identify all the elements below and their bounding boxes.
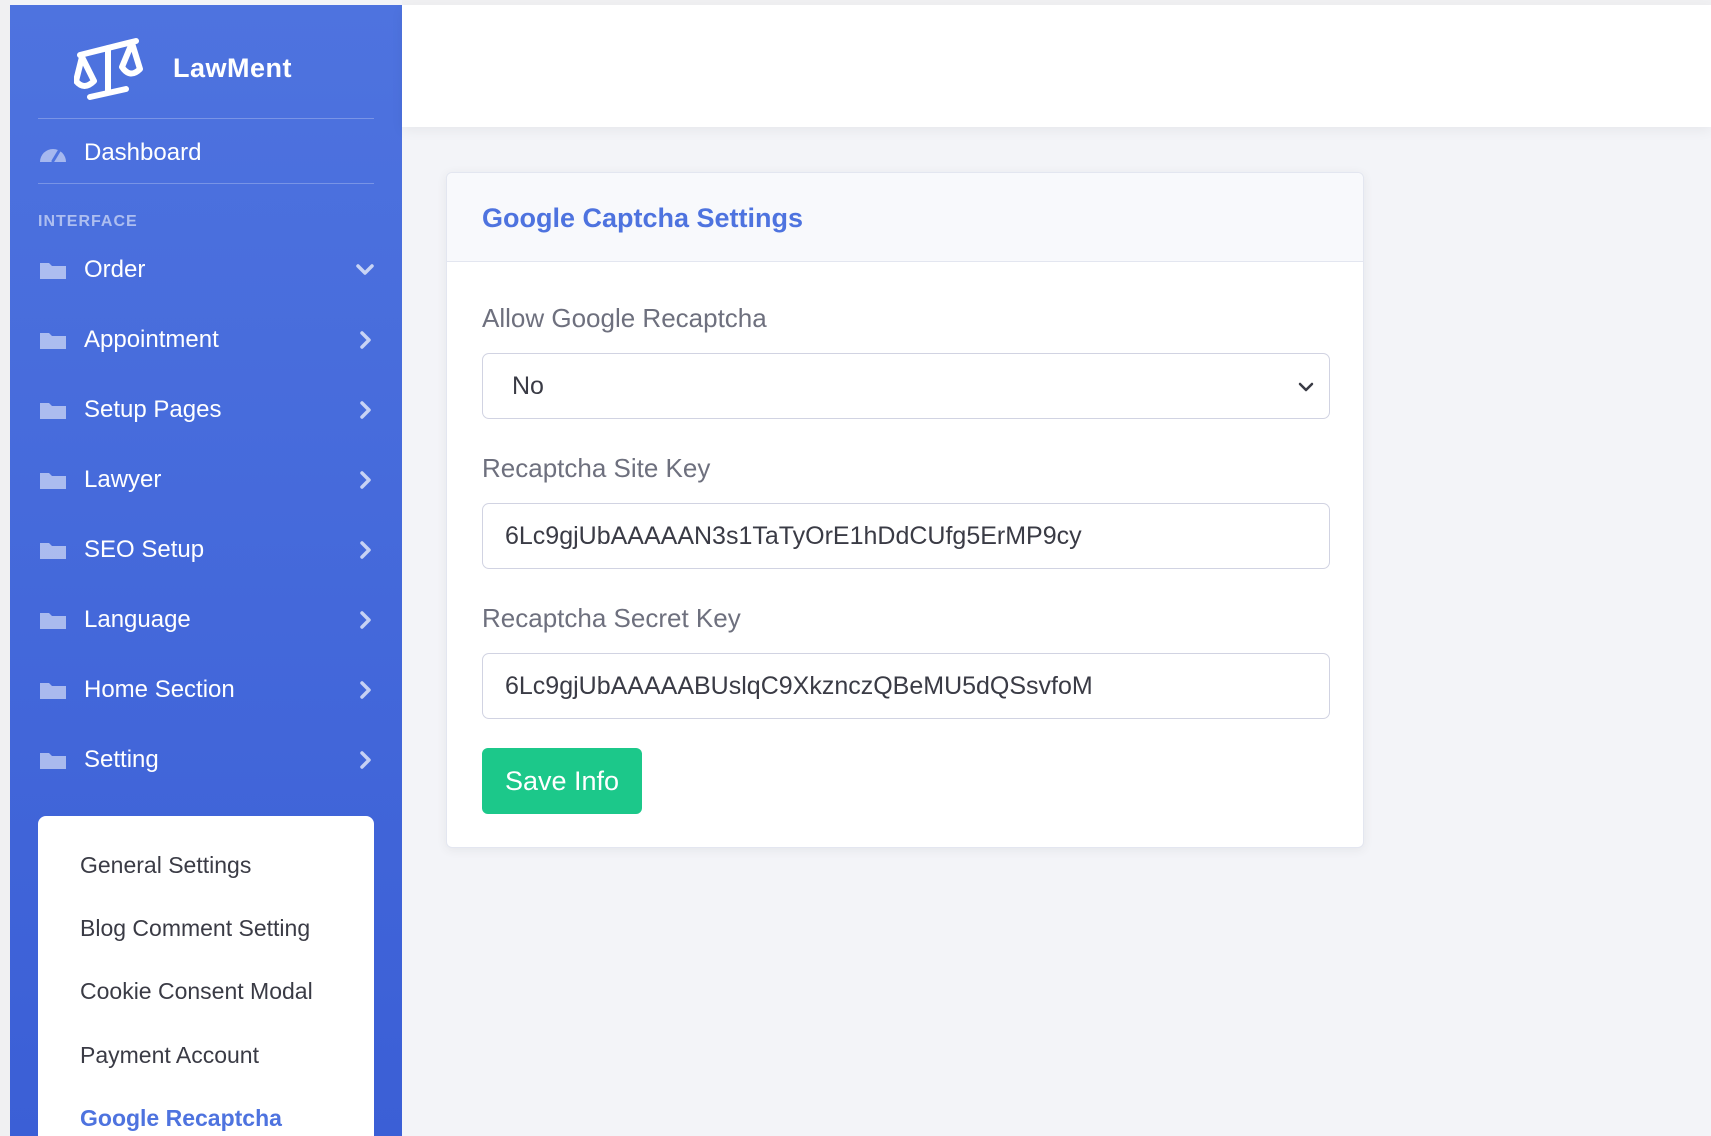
sidebar-item-setting[interactable]: Setting (38, 735, 378, 785)
folder-icon (40, 403, 66, 419)
setting-submenu: General Settings Blog Comment Setting Co… (38, 816, 374, 1136)
secret-key-value: 6Lc9gjUbAAAAABUslqC9XkznczQBeMU5dQSsvfoM (505, 671, 1093, 700)
submenu-item-payment-account[interactable]: Payment Account (80, 1042, 259, 1069)
submenu-item-blog-comment-setting[interactable]: Blog Comment Setting (80, 915, 310, 942)
sidebar-item-label: Home Section (84, 676, 235, 703)
sidebar-item-label: Setting (84, 746, 159, 773)
folder-icon (40, 263, 66, 279)
save-info-button[interactable]: Save Info (482, 748, 642, 814)
chevron-right-icon (360, 331, 371, 349)
submenu-item-cookie-consent-modal[interactable]: Cookie Consent Modal (80, 978, 313, 1005)
sidebar-item-dashboard[interactable]: Dashboard (38, 128, 378, 178)
sidebar-item-home-section[interactable]: Home Section (38, 665, 378, 715)
sidebar-divider (38, 183, 374, 184)
sidebar-heading: INTERFACE (38, 213, 138, 230)
sidebar-divider (38, 118, 374, 119)
sidebar-item-label: Dashboard (84, 139, 202, 166)
sidebar-item-label: Setup Pages (84, 396, 222, 423)
sidebar-item-seo-setup[interactable]: SEO Setup (38, 525, 378, 575)
sidebar-item-label: Order (84, 256, 146, 283)
sidebar-item-label: Appointment (84, 326, 219, 353)
allow-recaptcha-value: No (512, 371, 544, 400)
folder-icon (40, 683, 66, 699)
card-header: Google Captcha Settings (447, 173, 1363, 262)
window-edge (0, 0, 10, 1136)
secret-key-label: Recaptcha Secret Key (482, 603, 741, 633)
sidebar-item-setup-pages[interactable]: Setup Pages (38, 385, 378, 435)
sidebar-item-order[interactable]: Order (38, 245, 378, 295)
chevron-right-icon (360, 611, 371, 629)
allow-recaptcha-label: Allow Google Recaptcha (482, 303, 767, 333)
folder-icon (40, 333, 66, 349)
sidebar-item-label: Language (84, 606, 191, 633)
chevron-right-icon (360, 751, 371, 769)
site-key-input[interactable]: 6Lc9gjUbAAAAAN3s1TaTyOrE1hDdCUfg5ErMP9cy (482, 503, 1330, 569)
folder-icon (40, 613, 66, 629)
folder-icon (40, 543, 66, 559)
allow-recaptcha-select[interactable]: No (482, 353, 1330, 419)
sidebar-item-appointment[interactable]: Appointment (38, 315, 378, 365)
scales-of-justice-icon (74, 38, 143, 100)
brand-name: LawMent (173, 53, 293, 83)
folder-icon (40, 753, 66, 769)
captcha-settings-card: Google Captcha Settings Allow Google Rec… (446, 172, 1364, 848)
card-title: Google Captcha Settings (482, 203, 804, 233)
brand[interactable]: LawMent (10, 5, 402, 129)
chevron-right-icon (360, 401, 371, 419)
tachometer-icon (40, 149, 66, 163)
sidebar-item-language[interactable]: Language (38, 595, 378, 645)
secret-key-input[interactable]: 6Lc9gjUbAAAAABUslqC9XkznczQBeMU5dQSsvfoM (482, 653, 1330, 719)
folder-icon (40, 473, 66, 489)
site-key-value: 6Lc9gjUbAAAAAN3s1TaTyOrE1hDdCUfg5ErMP9cy (505, 521, 1082, 550)
chevron-down-icon (356, 264, 374, 275)
sidebar: LawMent Dashboard INTERFACE Order Appoin… (10, 5, 402, 1136)
chevron-right-icon (360, 541, 371, 559)
sidebar-item-label: SEO Setup (84, 536, 205, 563)
topbar (402, 5, 1711, 127)
submenu-item-google-recaptcha[interactable]: Google Recaptcha (80, 1105, 282, 1132)
sidebar-item-lawyer[interactable]: Lawyer (38, 455, 378, 505)
chevron-right-icon (360, 471, 371, 489)
submenu-item-general-settings[interactable]: General Settings (80, 852, 251, 879)
site-key-label: Recaptcha Site Key (482, 453, 711, 483)
chevron-right-icon (360, 681, 371, 699)
chevron-down-icon (1298, 382, 1314, 392)
sidebar-item-label: Lawyer (84, 466, 162, 493)
